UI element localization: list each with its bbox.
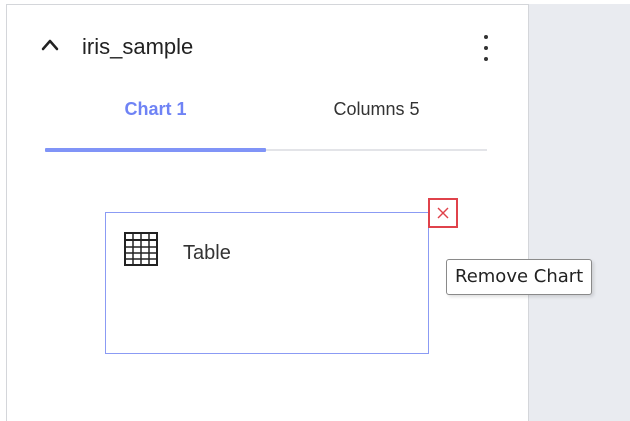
canvas-area bbox=[528, 4, 630, 421]
chevron-up-icon[interactable] bbox=[40, 35, 60, 55]
more-vertical-icon bbox=[484, 35, 488, 39]
dataset-panel: iris_sample Chart 1 Columns 5 Table bbox=[6, 4, 528, 421]
dataset-name: iris_sample bbox=[82, 34, 194, 59]
more-options-button[interactable] bbox=[475, 32, 497, 64]
more-vertical-icon-dot bbox=[484, 57, 488, 61]
dataset-header: iris_sample bbox=[7, 5, 529, 85]
remove-chart-button[interactable] bbox=[428, 198, 458, 228]
app-root: iris_sample Chart 1 Columns 5 Table Remo… bbox=[0, 0, 630, 421]
panel-tabs: Chart 1 Columns 5 bbox=[45, 97, 487, 153]
tab-columns[interactable]: Columns 5 bbox=[266, 97, 487, 153]
active-tab-indicator bbox=[45, 148, 266, 152]
more-vertical-icon-dot bbox=[484, 46, 488, 50]
table-icon bbox=[124, 232, 158, 266]
chart-card[interactable]: Table bbox=[105, 212, 429, 354]
chart-type-label: Table bbox=[183, 242, 231, 264]
remove-chart-tooltip: Remove Chart bbox=[446, 259, 593, 295]
close-icon bbox=[437, 207, 449, 219]
tab-chart-1[interactable]: Chart 1 bbox=[45, 97, 266, 153]
